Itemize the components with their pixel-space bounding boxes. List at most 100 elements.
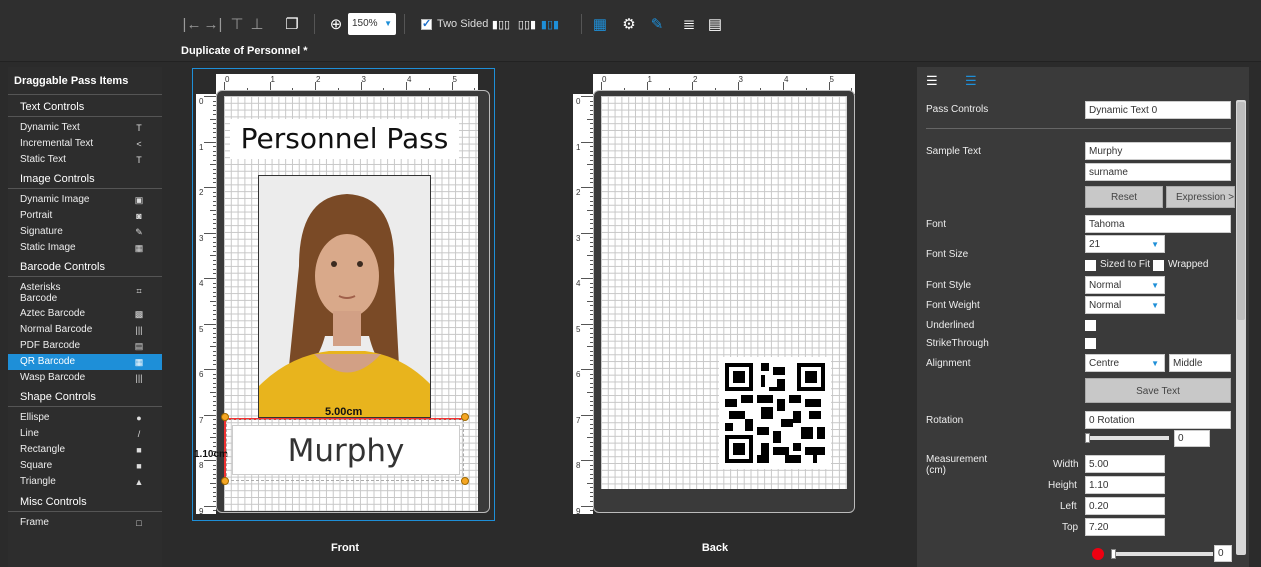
- item-square[interactable]: Square ■: [8, 458, 162, 474]
- item-frame[interactable]: Frame □: [8, 515, 162, 531]
- opacity-slider-handle[interactable]: [1111, 549, 1116, 559]
- two-sided-label: Two Sided: [437, 18, 489, 30]
- picture-icon: ▦: [134, 243, 144, 253]
- scrollbar-thumb[interactable]: [1237, 102, 1245, 320]
- ruler-number: 4: [576, 279, 581, 288]
- left-input[interactable]: 0.20: [1085, 497, 1165, 515]
- font-size-select[interactable]: 21 ▼: [1085, 235, 1165, 253]
- underlined-checkbox[interactable]: [1085, 320, 1096, 331]
- database-icon[interactable]: ≣: [680, 14, 698, 34]
- group-shape-controls: Shape Controls: [8, 387, 162, 407]
- width-input[interactable]: 5.00: [1085, 455, 1165, 473]
- barcode-icon: |||: [135, 325, 143, 335]
- font-weight-select[interactable]: Normal ▼: [1085, 296, 1165, 314]
- document-icon[interactable]: ▤: [706, 14, 724, 34]
- item-portrait[interactable]: Portrait ◙: [8, 208, 162, 224]
- rotation-slider[interactable]: [1087, 436, 1169, 440]
- group-misc-controls: Misc Controls: [8, 492, 162, 512]
- toolbar-divider: [581, 14, 582, 34]
- alignment-vertical-field[interactable]: Middle: [1169, 354, 1231, 372]
- width-measure-label: 5.00cm: [325, 406, 363, 418]
- item-incremental-text[interactable]: Incremental Text <: [8, 136, 162, 152]
- alignment-horizontal-select[interactable]: Centre ▼: [1085, 354, 1165, 372]
- item-pdf-barcode[interactable]: PDF Barcode ▤: [8, 338, 162, 354]
- two-sided-checkbox[interactable]: [421, 17, 432, 30]
- group-barcode-controls: Barcode Controls: [8, 257, 162, 277]
- opacity-slider-value[interactable]: 0: [1214, 545, 1232, 562]
- resize-handle[interactable]: [461, 413, 469, 421]
- save-text-button[interactable]: Save Text: [1085, 378, 1231, 403]
- item-triangle[interactable]: Triangle ▲: [8, 474, 162, 490]
- align-top-icon[interactable]: ⊤: [229, 14, 245, 34]
- grid-icon[interactable]: ▦: [591, 14, 609, 34]
- properties-scrollbar[interactable]: [1236, 100, 1246, 555]
- ruler-number: 5: [829, 75, 834, 84]
- zoom-select[interactable]: 150% ▼: [348, 13, 396, 35]
- vertical-ruler: 0 1 2 3 4 5 6 7 8 9: [573, 94, 593, 516]
- reset-button[interactable]: Reset: [1085, 186, 1163, 208]
- top-input[interactable]: 7.20: [1085, 518, 1165, 536]
- align-right-icon[interactable]: →|: [203, 14, 223, 34]
- two-sided-toggle[interactable]: Two Sided: [421, 17, 489, 30]
- chevron-down-icon: ▼: [1151, 281, 1159, 290]
- item-signature[interactable]: Signature ✎: [8, 224, 162, 240]
- sized-to-fit-checkbox[interactable]: [1085, 260, 1096, 271]
- chevron-down-icon: ▼: [1151, 359, 1159, 368]
- resize-handle[interactable]: [221, 413, 229, 421]
- font-style-select[interactable]: Normal ▼: [1085, 276, 1165, 294]
- side-both-icon[interactable]: ▮▯▮: [540, 14, 560, 34]
- side-front-icon[interactable]: ▮▯▯: [489, 14, 513, 34]
- item-rectangle[interactable]: Rectangle ■: [8, 442, 162, 458]
- item-label: Square: [20, 460, 53, 471]
- rotation-field[interactable]: 0 Rotation: [1085, 411, 1231, 429]
- side-back-icon[interactable]: ▯▯▮: [515, 14, 539, 34]
- rotation-slider-value[interactable]: 0: [1174, 430, 1210, 447]
- paste-icon[interactable]: ❐: [283, 14, 301, 34]
- item-ellipse[interactable]: Ellispe ●: [8, 410, 162, 426]
- zoom-icon[interactable]: ⊕: [327, 14, 345, 34]
- rotation-slider-handle[interactable]: [1085, 433, 1090, 443]
- strikethrough-checkbox[interactable]: [1085, 338, 1096, 349]
- item-aztec-barcode[interactable]: Aztec Barcode ▩: [8, 306, 162, 322]
- item-line[interactable]: Line /: [8, 426, 162, 442]
- toolbar-divider: [314, 14, 315, 34]
- divider: [926, 128, 1231, 129]
- pass-controls-field[interactable]: Dynamic Text 0: [1085, 101, 1231, 119]
- sample-text-field[interactable]: surname: [1085, 163, 1231, 181]
- measurement-label: Measurement: [926, 454, 988, 465]
- ruler-tick: [204, 96, 216, 97]
- ruler-number: 4: [784, 75, 789, 84]
- portrait-image[interactable]: [258, 175, 431, 418]
- qr-code[interactable]: [719, 357, 831, 469]
- item-dynamic-text[interactable]: Dynamic Text T: [8, 120, 162, 136]
- item-dynamic-image[interactable]: Dynamic Image ▣: [8, 192, 162, 208]
- item-wasp-barcode[interactable]: Wasp Barcode |||: [8, 370, 162, 386]
- image-icon: ▣: [134, 195, 144, 205]
- item-static-image[interactable]: Static Image ▦: [8, 240, 162, 256]
- wrapped-checkbox[interactable]: [1153, 260, 1164, 271]
- ruler-number: 1: [647, 75, 652, 84]
- resize-handle[interactable]: [461, 477, 469, 485]
- pen-icon[interactable]: ✎: [648, 14, 666, 34]
- portrait-icon: ◙: [136, 211, 142, 221]
- expression-button[interactable]: Expression >: [1166, 186, 1235, 208]
- grid-settings-icon[interactable]: ⚙: [618, 14, 640, 34]
- pass-title-text[interactable]: Personnel Pass: [230, 119, 459, 159]
- align-left-icon[interactable]: |←: [182, 14, 202, 34]
- properties-tab-icon[interactable]: ☰: [926, 73, 938, 89]
- item-static-text[interactable]: Static Text T: [8, 152, 162, 168]
- item-qr-barcode[interactable]: QR Barcode ▦: [8, 354, 162, 370]
- name-text[interactable]: Murphy: [232, 425, 460, 475]
- opacity-slider[interactable]: [1113, 552, 1213, 556]
- align-bottom-icon[interactable]: ⊥: [249, 14, 265, 34]
- resize-handle[interactable]: [221, 477, 229, 485]
- color-swatch[interactable]: [1092, 548, 1104, 560]
- height-input[interactable]: 1.10: [1085, 476, 1165, 494]
- item-label: Signature: [20, 226, 63, 237]
- layers-tab-icon[interactable]: ☰: [965, 73, 977, 89]
- font-input[interactable]: Tahoma: [1085, 215, 1231, 233]
- item-normal-barcode[interactable]: Normal Barcode |||: [8, 322, 162, 338]
- sample-text-input[interactable]: Murphy: [1085, 142, 1231, 160]
- item-asterisks-barcode[interactable]: Asterisks Barcode ⌗: [8, 280, 162, 306]
- font-size-value: 21: [1089, 239, 1101, 250]
